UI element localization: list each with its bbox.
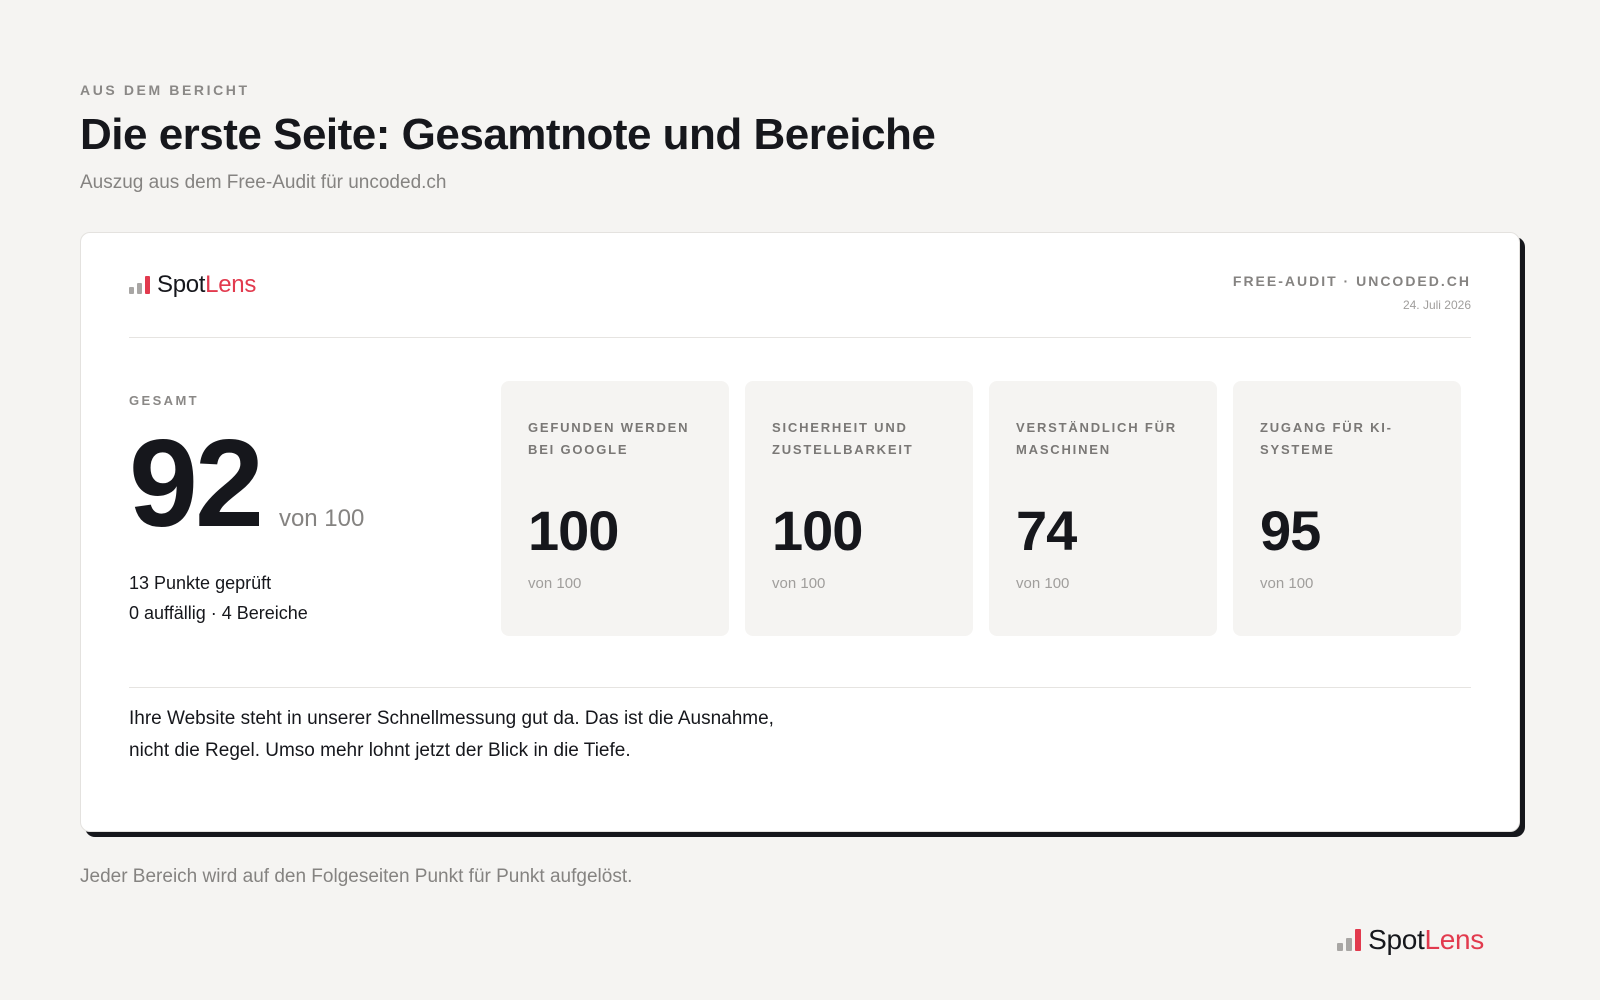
category-card-ai: Zugang für KI-Systeme 95 von 100 (1233, 381, 1461, 636)
category-label: Sicherheit und Zustellbarkeit (772, 420, 914, 457)
summary-text: Ihre Website steht in unserer Schnellmes… (129, 703, 889, 767)
summary-line: Ihre Website steht in unserer Schnellmes… (129, 708, 774, 729)
bar-chart-icon (129, 276, 150, 297)
total-score: 92 (129, 415, 264, 553)
category-out-of: von 100 (772, 575, 826, 592)
total-score-block: GESAMT 92 von 100 13 Punkte geprüft 0 au… (129, 393, 459, 628)
page: AUS DEM BERICHT Die erste Seite: Gesamtn… (0, 0, 1600, 1000)
findings-summary: 0 auffällig · 4 Bereiche (129, 603, 308, 623)
category-score: 95 (1260, 499, 1321, 562)
logo-wordmark: SpotLens (1368, 924, 1484, 955)
category-label: Gefunden werden bei Google (528, 420, 690, 457)
category-out-of: von 100 (1016, 575, 1070, 592)
page-subtitle: Auszug aus dem Free-Audit für uncoded.ch (80, 172, 447, 193)
category-scores: Gefunden werden bei Google 100 von 100 S… (501, 381, 1461, 636)
total-out-of: von 100 (278, 505, 365, 532)
category-score: 74 (1016, 499, 1077, 562)
report-preview-card: SpotLens FREE-AUDIT · UNCODED.CH 24. Jul… (80, 232, 1520, 832)
footer-spotlens-logo: SpotLens (1337, 926, 1484, 954)
logo-wordmark: SpotLens (157, 271, 257, 298)
category-score: 100 (772, 499, 863, 562)
page-title: Die erste Seite: Gesamtnote und Bereiche (80, 110, 936, 159)
section-eyebrow: AUS DEM BERICHT (80, 82, 250, 98)
summary-line: nicht die Regel. Umso mehr lohnt jetzt d… (129, 740, 631, 761)
category-score: 100 (528, 499, 619, 562)
total-label: GESAMT (129, 393, 200, 408)
category-card-security: Sicherheit und Zustellbarkeit 100 von 10… (745, 381, 973, 636)
divider (129, 337, 1471, 338)
card-header: SpotLens FREE-AUDIT · UNCODED.CH 24. Jul… (129, 273, 1471, 333)
category-out-of: von 100 (528, 575, 582, 592)
category-label: Verständlich für Maschinen (1016, 420, 1177, 457)
checked-count: 13 Punkte geprüft (129, 573, 272, 593)
divider (129, 687, 1471, 688)
category-card-machines: Verständlich für Maschinen 74 von 100 (989, 381, 1217, 636)
audit-date: 24. Juli 2026 (1402, 298, 1471, 312)
footer-note: Jeder Bereich wird auf den Folgeseiten P… (80, 866, 633, 887)
category-out-of: von 100 (1260, 575, 1314, 592)
category-card-google: Gefunden werden bei Google 100 von 100 (501, 381, 729, 636)
audit-meta: FREE-AUDIT · UNCODED.CH 24. Juli 2026 (1233, 273, 1471, 312)
bar-chart-icon (1337, 929, 1362, 954)
category-label: Zugang für KI-Systeme (1260, 420, 1393, 457)
audit-label: FREE-AUDIT · UNCODED.CH (1232, 273, 1471, 289)
